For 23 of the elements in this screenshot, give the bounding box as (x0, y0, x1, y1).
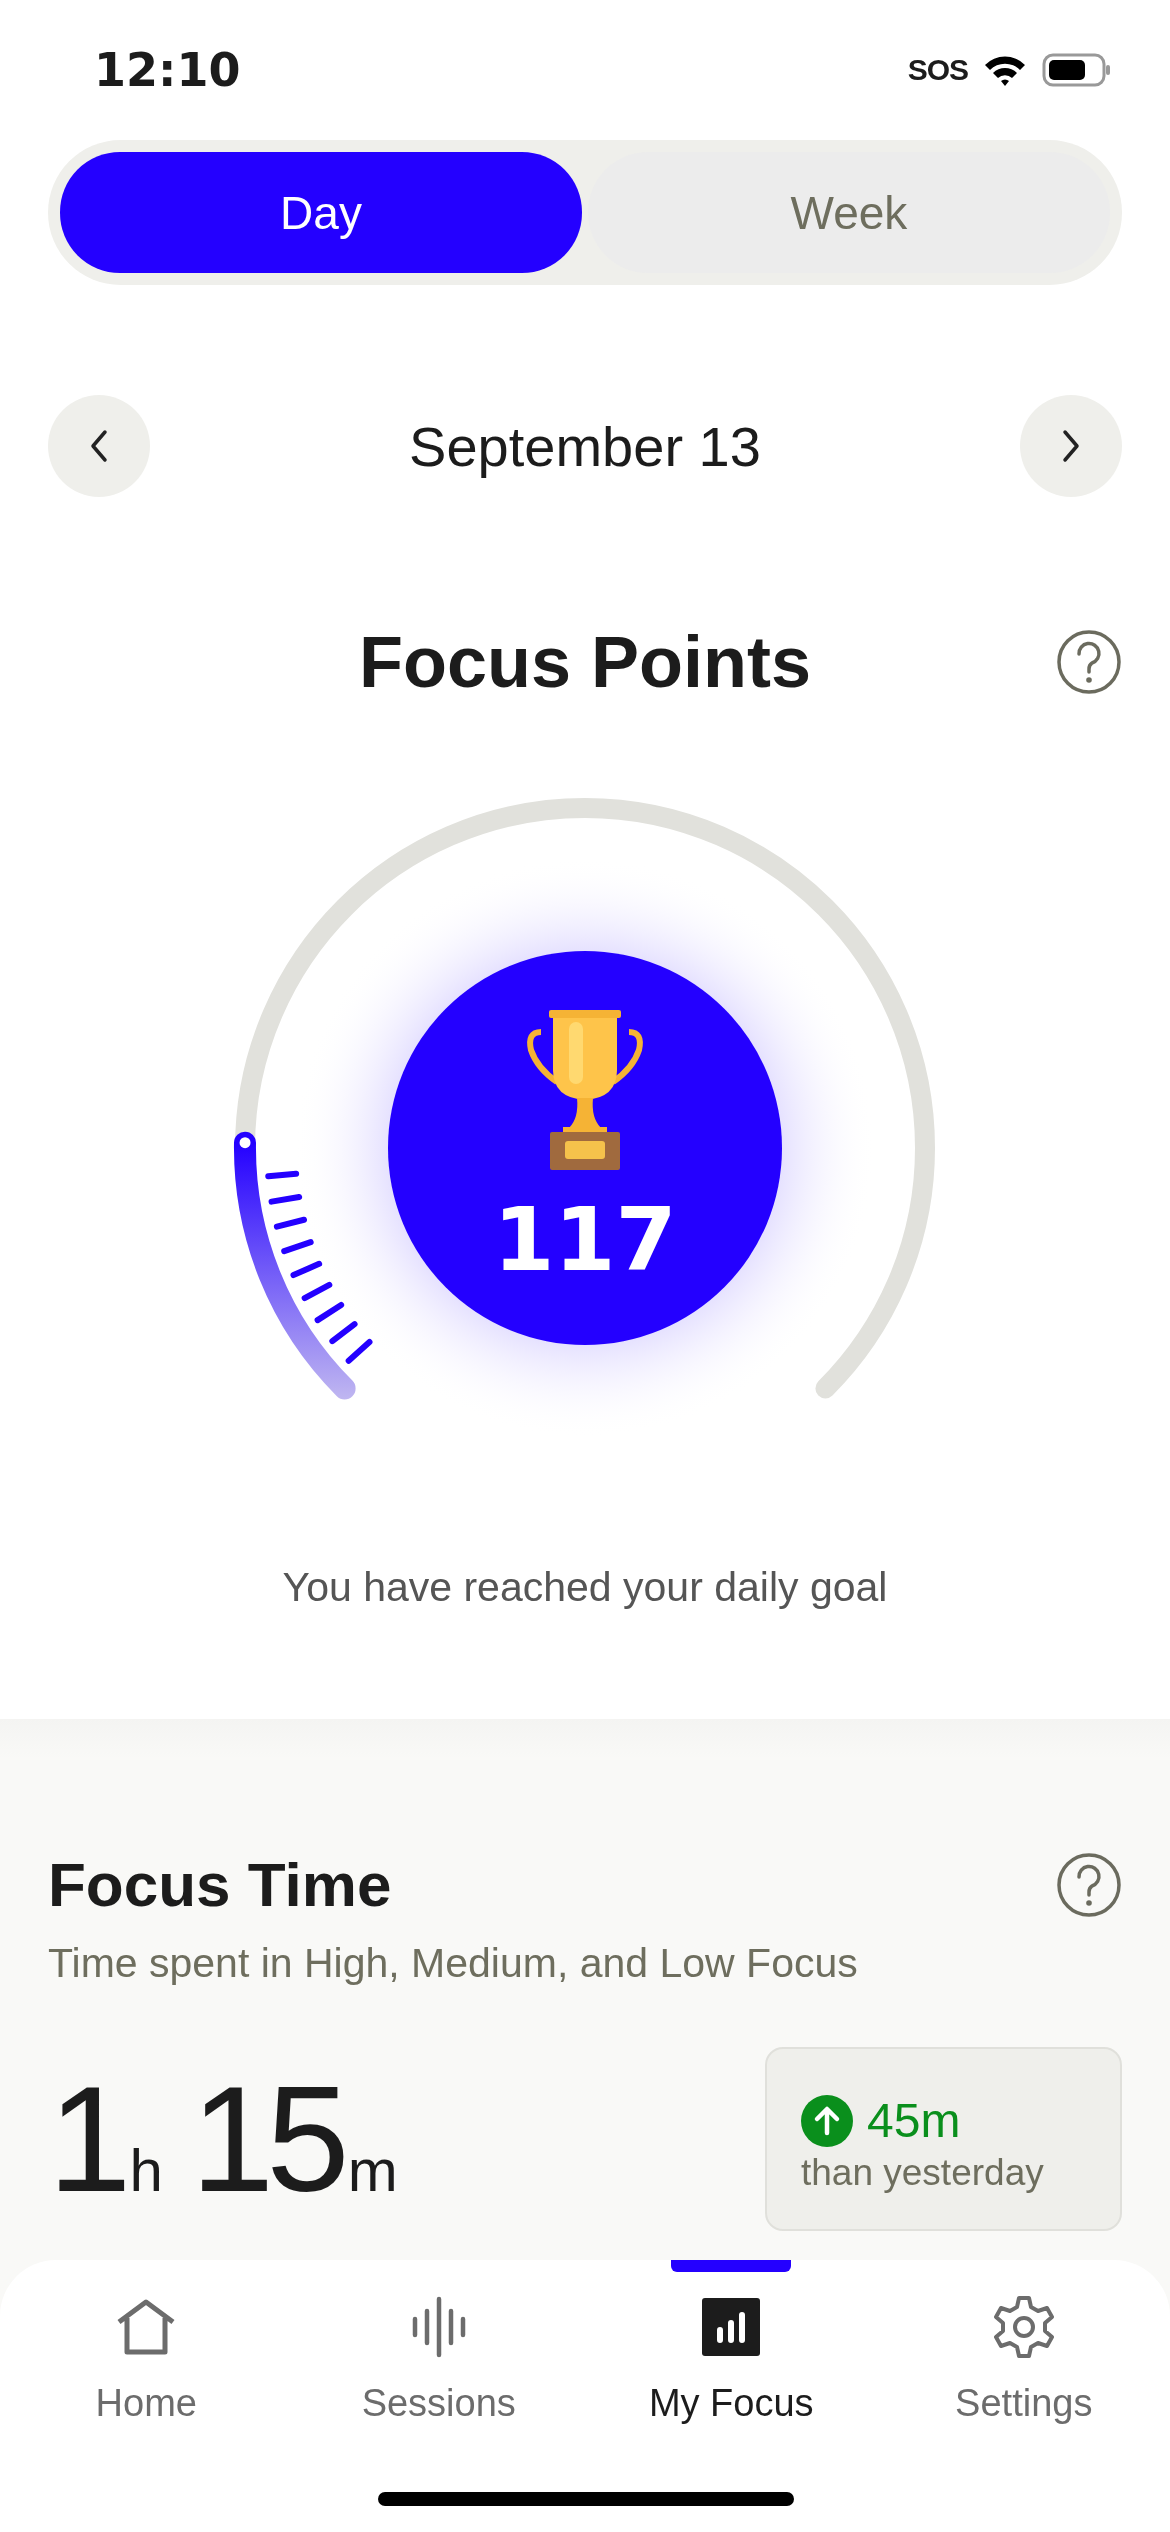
status-time: 12:10 (94, 43, 241, 97)
tab-bar-item[interactable]: Settings (877, 2260, 1170, 2440)
section-subtitle: Time spent in High, Medium, and Low Focus (48, 1940, 859, 1987)
tab-bar-item[interactable]: Sessions (292, 2260, 585, 2440)
tab-bar-item[interactable]: Home (0, 2260, 293, 2440)
trophy-icon (527, 1010, 643, 1170)
section-title: Focus Time (48, 1849, 392, 1920)
section-title: Focus Points (358, 621, 811, 703)
comparison-label: than yesterday (801, 2152, 1045, 2194)
comparison-value: 45m (867, 2093, 961, 2148)
minutes-unit: m (347, 2135, 398, 2205)
help-icon[interactable] (1056, 1851, 1122, 1918)
hours-unit: h (129, 2135, 163, 2205)
period-tab[interactable]: Day (60, 152, 582, 273)
network-status: SOS (907, 53, 968, 87)
tab-bar-item[interactable]: My Focus (585, 2260, 878, 2440)
hours-value: 1 (48, 2053, 124, 2225)
battery-icon (1042, 52, 1112, 88)
date-label: September 13 (409, 413, 761, 479)
goal-message: You have reached your daily goal (281, 1564, 889, 1611)
help-icon[interactable] (1056, 629, 1122, 695)
score-value: 117 (493, 1188, 677, 1291)
minutes-value: 15 (190, 2053, 342, 2225)
